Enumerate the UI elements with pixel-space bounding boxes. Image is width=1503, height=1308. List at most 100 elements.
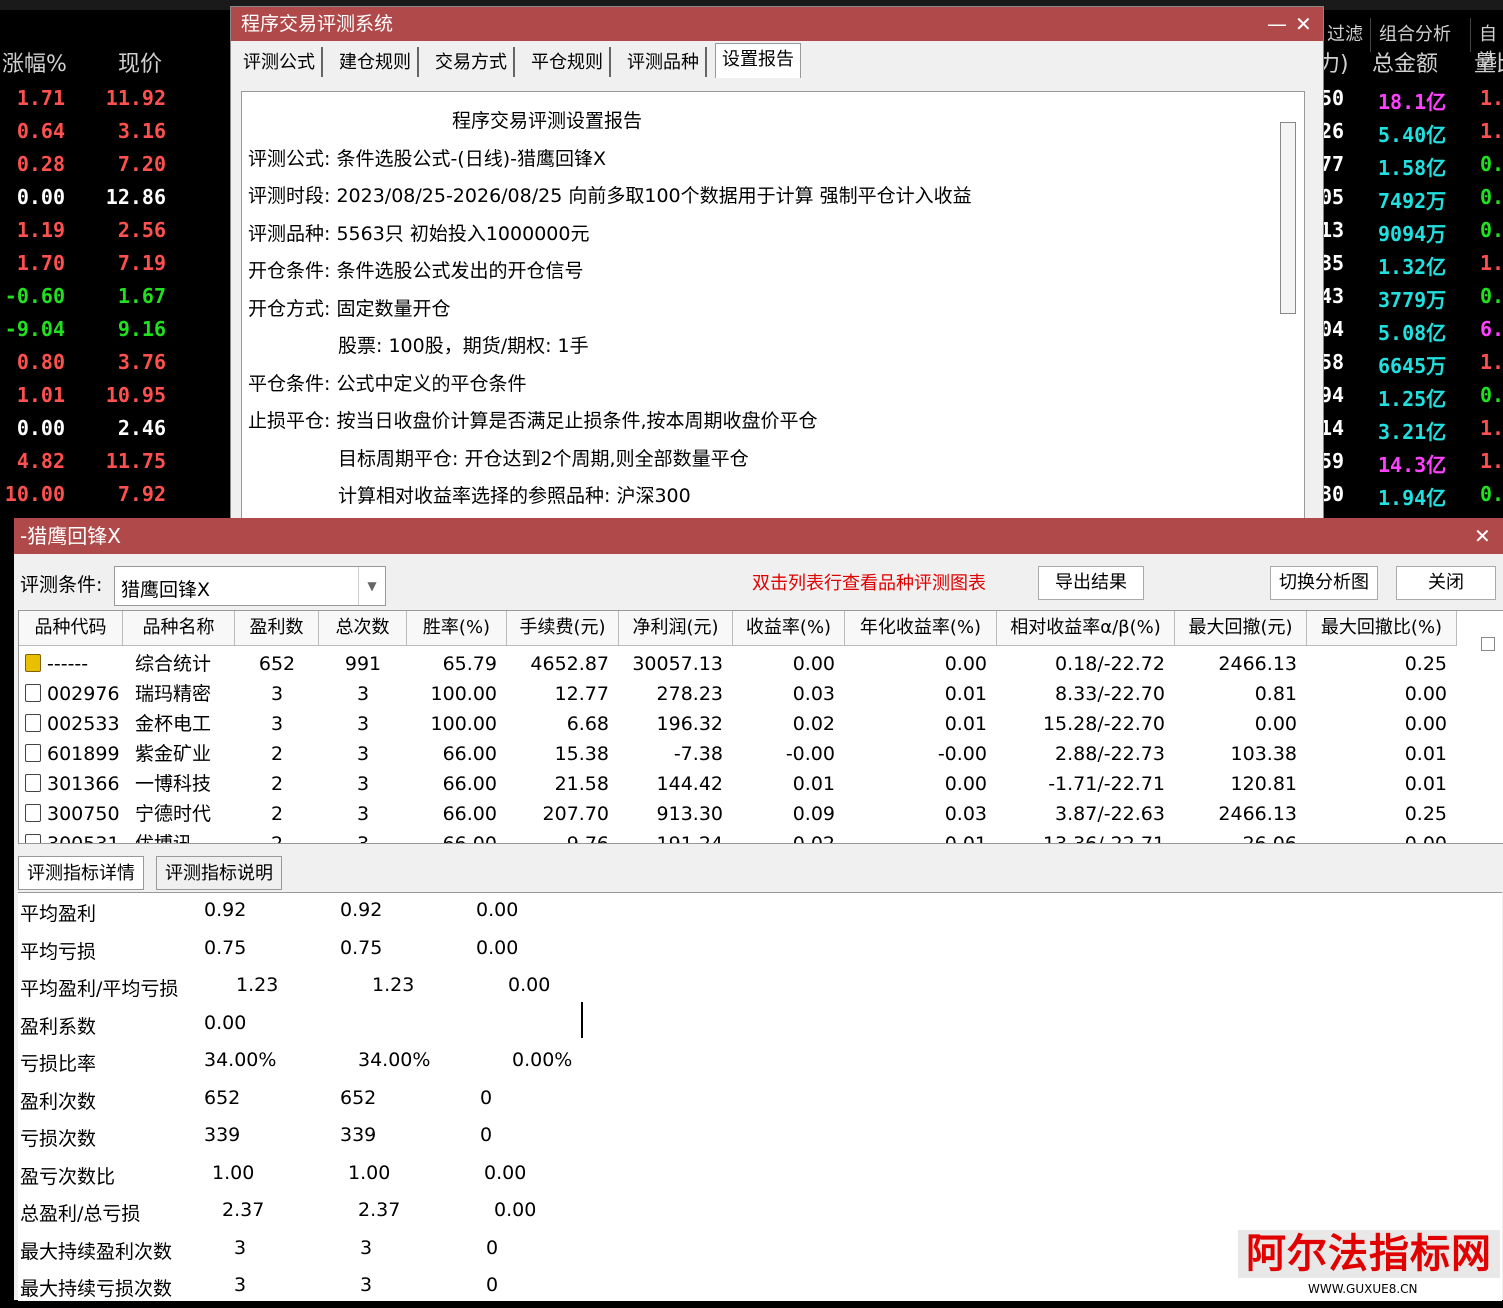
metric-label: 盈亏次数比: [20, 1165, 116, 1188]
table-row[interactable]: 002533 金杯电工 3 3 100.00 6.68 196.32 0.02 0.01 15.2…: [19, 709, 1479, 739]
quote-row[interactable]: 057492万0.5: [1318, 179, 1503, 213]
header-amount[interactable]: 总金额: [1372, 46, 1438, 78]
column-header[interactable]: 胜率(%): [407, 611, 507, 646]
volume-ratio-cell: 1.1: [1480, 416, 1503, 440]
header-price[interactable]: 现价: [118, 46, 162, 78]
price-cell: 11.92: [105, 86, 166, 110]
tab-open-rules[interactable]: 建仓规则: [333, 47, 419, 77]
quote-row[interactable]: 0.64 3.16: [0, 113, 230, 146]
export-results-button[interactable]: 导出结果: [1038, 566, 1144, 600]
column-header[interactable]: 收益率(%): [733, 611, 845, 646]
volume-ratio-cell: 0.9: [1480, 218, 1503, 242]
quote-row[interactable]: 1.01 10.95: [0, 377, 230, 410]
metric-label: 亏损比率: [20, 1053, 97, 1075]
column-header[interactable]: 年化收益率(%): [845, 611, 997, 646]
tab-eval-formula[interactable]: 评测公式: [237, 47, 323, 77]
quote-row[interactable]: 0.00 12.86: [0, 179, 230, 212]
report-scrollbar[interactable]: [1280, 122, 1296, 314]
column-header[interactable]: 最大回撤(元): [1175, 611, 1307, 646]
volume-ratio-cell: 1.5: [1480, 86, 1503, 110]
volume-ratio-cell: 1.0: [1480, 350, 1503, 374]
tab-eval-instruments[interactable]: 评测品种: [621, 47, 707, 77]
metric-value-long: 2.37: [358, 1199, 401, 1221]
switch-chart-button[interactable]: 切换分析图: [1270, 566, 1378, 600]
tab-setup-report[interactable]: 设置报告: [715, 43, 801, 78]
total-cell: 3: [356, 743, 370, 765]
table-row[interactable]: 601899 紫金矿业 2 3 66.00 15.38 -7.38 -0.00 -0.00 2.8…: [19, 739, 1479, 769]
price-cell: 12.86: [105, 185, 166, 209]
metric-value-short: 0: [480, 1124, 493, 1146]
total-cell: 3: [356, 683, 370, 705]
quote-row[interactable]: 143.21亿1.1: [1318, 410, 1503, 444]
metric-value-all: 1.00: [212, 1161, 255, 1184]
price-cell: 9.16: [117, 317, 166, 341]
winrate-cell: 66.00: [442, 803, 497, 825]
quote-row[interactable]: 1.71 11.92: [0, 80, 230, 113]
close-icon[interactable]: ✕: [1474, 518, 1491, 554]
amount-cell: 1.58亿: [1378, 156, 1447, 180]
column-header[interactable]: 品种代码: [19, 611, 123, 646]
tab-metric-details[interactable]: 评测指标详情: [18, 856, 144, 890]
quote-row[interactable]: 265.40亿1.1: [1318, 113, 1503, 147]
quote-row[interactable]: 0.80 3.76: [0, 344, 230, 377]
header-change-pct[interactable]: 涨幅%: [2, 46, 67, 78]
quote-row[interactable]: 1.19 2.56: [0, 212, 230, 245]
amount-cell: 1.32亿: [1378, 255, 1447, 279]
metric-value-all: 3: [234, 1274, 247, 1296]
quote-row[interactable]: 771.58亿0.8: [1318, 146, 1503, 180]
quote-row[interactable]: 5018.1亿1.5: [1318, 80, 1503, 114]
tab-metric-description[interactable]: 评测指标说明: [156, 856, 282, 890]
column-header[interactable]: 相对收益率α/β(%): [997, 611, 1175, 646]
amount-cell: 5.08亿: [1378, 321, 1447, 345]
column-header[interactable]: 净利润(元): [619, 611, 733, 646]
price-cell: 11.75: [105, 449, 166, 473]
column-header[interactable]: 总次数: [319, 611, 407, 646]
column-header[interactable]: 手续费(元): [507, 611, 619, 646]
column-toggle-checkbox[interactable]: [1481, 637, 1495, 651]
chevron-down-icon[interactable]: ▼: [358, 567, 385, 605]
table-row[interactable]: 002976 瑞玛精密 3 3 100.00 12.77 278.23 0.03 0.01 8.3…: [19, 679, 1479, 709]
table-row[interactable]: ------ 综合统计 652 991 65.79 4652.87 30057.13 0.00…: [19, 649, 1479, 679]
table-row[interactable]: 300531 优博讯 2 3 66.00 9.76 191.24 0.02 0.01 13.36/…: [19, 829, 1479, 844]
annual-cell: 0.03: [944, 803, 987, 825]
quote-row[interactable]: 139094万0.9: [1318, 212, 1503, 246]
table-row[interactable]: 301366 一博科技 2 3 66.00 21.58 144.42 0.01 0.00 -1.7…: [19, 769, 1479, 799]
stock-icon: [25, 714, 41, 732]
quote-row[interactable]: 10.00 7.92: [0, 476, 230, 509]
metric-value-all: 3: [234, 1236, 247, 1259]
metric-label: 盈利次数: [20, 1090, 97, 1113]
quote-row[interactable]: 941.25亿0.9: [1318, 377, 1503, 411]
condition-select[interactable]: 猎鹰回锋X ▼: [114, 566, 386, 606]
metric-row: 盈亏次数比 1.00 1.00 0.00: [18, 1162, 718, 1196]
close-button[interactable]: 关闭: [1396, 566, 1496, 600]
minimize-icon[interactable]: —: [1267, 7, 1287, 41]
quote-row[interactable]: 045.08亿6.3: [1318, 311, 1503, 345]
table-row[interactable]: 300750 宁德时代 2 3 66.00 207.70 913.30 0.09 0.03 3.8…: [19, 799, 1479, 829]
close-icon[interactable]: ✕: [1295, 7, 1312, 41]
header-volume-ratio[interactable]: 量比: [1474, 46, 1503, 78]
quote-row[interactable]: 586645万1.0: [1318, 344, 1503, 378]
metric-value-all: 1.23: [236, 974, 279, 996]
quote-row[interactable]: -0.60 1.67: [0, 278, 230, 311]
fee-cell: 9.76: [566, 833, 609, 844]
quote-row[interactable]: -9.04 9.16: [0, 311, 230, 344]
quote-row[interactable]: 5914.3亿1.3: [1318, 443, 1503, 477]
tab-close-rules[interactable]: 平仓规则: [525, 47, 611, 77]
quote-row[interactable]: 0.28 7.20: [0, 146, 230, 179]
ret-cell: 0.02: [792, 713, 835, 735]
report-line: 股票: 100股，期货/期权: 1手: [338, 335, 589, 357]
column-header[interactable]: 最大回撤比(%): [1307, 611, 1457, 646]
ret-cell: 0.09: [792, 803, 835, 825]
setup-dialog-titlebar[interactable]: 程序交易评测系统 — ✕: [231, 7, 1323, 41]
result-dialog-titlebar[interactable]: -猎鹰回锋X ✕: [14, 518, 1503, 554]
wins-cell: 3: [270, 713, 284, 735]
quote-row[interactable]: 301.94亿0.7: [1318, 476, 1503, 510]
column-header[interactable]: 盈利数: [235, 611, 319, 646]
column-header[interactable]: 品种名称: [123, 611, 235, 646]
tab-trade-method[interactable]: 交易方式: [429, 47, 515, 77]
quote-row[interactable]: 1.70 7.19: [0, 245, 230, 278]
quote-row[interactable]: 4.82 11.75: [0, 443, 230, 476]
quote-row[interactable]: 0.00 2.46: [0, 410, 230, 443]
quote-row[interactable]: 351.32亿1.0: [1318, 245, 1503, 279]
quote-row[interactable]: 433779万0.7: [1318, 278, 1503, 312]
